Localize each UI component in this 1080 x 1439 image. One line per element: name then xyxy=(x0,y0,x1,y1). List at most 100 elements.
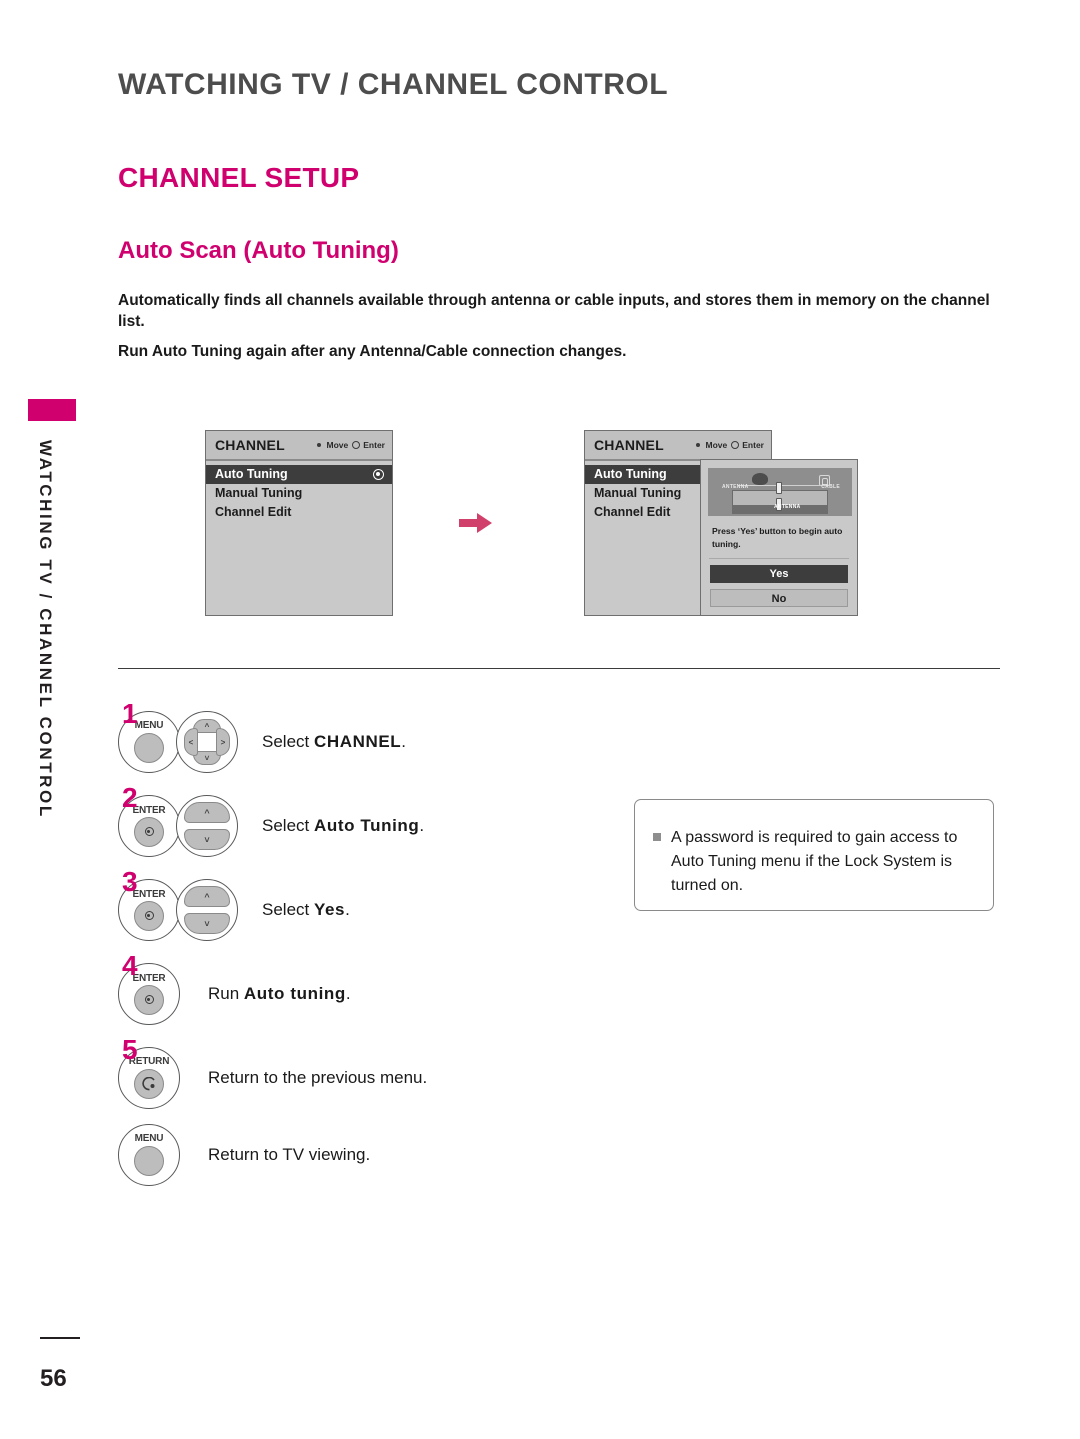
step-row-4: 4 ENTER Run Auto tuning. xyxy=(118,952,638,1036)
up-down-pad-icon[interactable]: ^ ˅ xyxy=(176,879,238,941)
step-text: Select Auto Tuning. xyxy=(262,816,424,836)
step-text: Return to TV viewing. xyxy=(208,1145,370,1165)
intro-block: Automatically finds all channels availab… xyxy=(118,290,998,362)
button-face xyxy=(134,1146,164,1176)
osd-item-list: Auto Tuning Manual Tuning Channel Edit xyxy=(206,461,392,522)
step-text-prefix: Return to TV viewing. xyxy=(208,1145,371,1164)
page-number: 56 xyxy=(40,1365,67,1392)
nav-down-icon[interactable]: ˅ xyxy=(184,829,230,850)
menu-button-icon[interactable]: MENU xyxy=(118,1124,180,1186)
step-number: 2 xyxy=(122,782,138,813)
step-text-bold: Auto Tuning xyxy=(313,816,420,835)
step-text: Select Yes. xyxy=(262,900,350,920)
nav-left-icon[interactable]: < xyxy=(184,728,198,756)
antenna-cable-diagram: ANTENNA CABLE ANTENNA xyxy=(708,468,852,516)
osd-item-auto-tuning[interactable]: Auto Tuning xyxy=(206,465,392,484)
dpad-icon xyxy=(693,440,703,450)
content-divider xyxy=(118,668,1000,669)
osd-item-channel-edit[interactable]: Channel Edit xyxy=(206,503,392,522)
step-text-suffix: . xyxy=(345,984,351,1003)
step-text-prefix: Return to the previous menu. xyxy=(208,1068,428,1087)
step-text-bold: Auto tuning xyxy=(243,984,346,1003)
dialog-yes-button[interactable]: Yes xyxy=(710,565,848,583)
osd-item-manual-tuning[interactable]: Manual Tuning xyxy=(206,484,392,503)
step-text-bold: Yes xyxy=(313,900,346,919)
osd-menu-before: CHANNEL Move Enter Auto Tuning Manual Tu… xyxy=(205,430,393,616)
osd-item-label: Auto Tuning xyxy=(215,467,288,481)
step-number: 4 xyxy=(122,950,138,981)
osd-hint-move: Move xyxy=(314,440,349,450)
step-row-6: MENU Return to TV viewing. xyxy=(118,1120,638,1190)
intro-paragraph-2: Run Auto Tuning again after any Antenna/… xyxy=(118,343,627,360)
button-face xyxy=(134,816,164,847)
step-row-1: 1 MENU ^ ˅ < > Select CHANNEL. xyxy=(118,700,638,784)
dpad-icon xyxy=(314,440,324,450)
osd-title: CHANNEL xyxy=(215,437,285,453)
up-down-pad-icon[interactable]: ^ ˅ xyxy=(176,795,238,857)
nav-right-icon[interactable]: > xyxy=(216,728,230,756)
return-arrow-icon xyxy=(142,1077,155,1091)
side-tab-accent-bar xyxy=(28,399,76,421)
step-number: 1 xyxy=(122,698,138,729)
osd-item-label: Manual Tuning xyxy=(215,486,303,500)
step-text-prefix: Select xyxy=(262,732,314,751)
step-number: 3 xyxy=(122,866,138,897)
step-buttons: MENU xyxy=(118,1124,202,1186)
step-number: 5 xyxy=(122,1034,138,1065)
antenna-wire xyxy=(738,485,826,486)
enter-target-icon xyxy=(144,827,154,836)
subsection-title: Auto Scan (Auto Tuning) xyxy=(118,237,399,264)
step-text: Return to the previous menu. xyxy=(208,1068,427,1088)
osd-hint-enter: Enter xyxy=(352,440,385,450)
osd-header: CHANNEL Move Enter xyxy=(585,431,771,461)
enter-circle-icon xyxy=(731,441,740,449)
step-text-suffix: . xyxy=(419,816,425,835)
step-text-prefix: Run xyxy=(208,984,244,1003)
note-bullet-icon xyxy=(653,833,661,841)
step-text-prefix: Select xyxy=(262,816,314,835)
osd-hint-enter: Enter xyxy=(731,440,764,450)
note-box: A password is required to gain access to… xyxy=(634,799,994,911)
note-text: A password is required to gain access to… xyxy=(671,829,958,894)
page-header: WATCHING TV / CHANNEL CONTROL xyxy=(118,68,669,101)
side-tab-label: WATCHING TV / CHANNEL CONTROL xyxy=(36,440,55,819)
note-inner: A password is required to gain access to… xyxy=(635,800,993,898)
button-face xyxy=(134,984,164,1015)
osd-header: CHANNEL Move Enter xyxy=(206,431,392,461)
step-row-3: 3 ENTER ^ ˅ Select Yes. xyxy=(118,868,638,952)
footer-rule xyxy=(40,1337,80,1339)
button-face xyxy=(134,733,164,763)
antenna-tree-icon xyxy=(752,473,768,485)
nav-up-icon[interactable]: ^ xyxy=(184,802,230,823)
button-caption: MENU xyxy=(134,1133,164,1144)
nav-up-icon[interactable]: ^ xyxy=(184,886,230,907)
osd-hint-move: Move xyxy=(693,440,728,450)
plug-upper-icon xyxy=(776,482,782,494)
enter-circle-icon xyxy=(352,441,361,449)
button-caption: MENU xyxy=(134,720,164,731)
step-text-suffix: . xyxy=(401,732,407,751)
section-title: CHANNEL SETUP xyxy=(118,162,360,193)
radio-selected-icon xyxy=(373,469,384,480)
step-text-suffix: . xyxy=(345,900,350,919)
step-row-2: 2 ENTER ^ ˅ Select Auto Tuning. xyxy=(118,784,638,868)
osd-hint-move-label: Move xyxy=(705,440,728,450)
osd-hint-enter-label: Enter xyxy=(742,440,764,450)
osd-hint-enter-label: Enter xyxy=(363,440,385,450)
dialog-message: Press ‘Yes’ button to begin auto tuning. xyxy=(712,526,843,549)
navigation-pad-icon[interactable]: ^ ˅ < > xyxy=(176,711,238,773)
button-face xyxy=(134,1069,164,1099)
enter-target-icon xyxy=(144,911,154,920)
osd-title: CHANNEL xyxy=(594,437,664,453)
step-row-5: 5 RETURN Return to the previous menu. xyxy=(118,1036,638,1120)
dialog-divider xyxy=(709,558,849,559)
auto-tuning-confirm-dialog: ANTENNA CABLE ANTENNA Press ‘Yes’ button… xyxy=(700,459,858,616)
enter-target-icon xyxy=(144,995,154,1004)
osd-item-label: Channel Edit xyxy=(215,505,292,519)
dialog-no-button[interactable]: No xyxy=(710,589,848,607)
osd-hint-move-label: Move xyxy=(326,440,349,450)
button-face xyxy=(134,900,164,931)
step-text-bold: CHANNEL xyxy=(313,732,402,751)
step-text: Run Auto tuning. xyxy=(208,984,351,1004)
nav-down-icon[interactable]: ˅ xyxy=(184,913,230,934)
